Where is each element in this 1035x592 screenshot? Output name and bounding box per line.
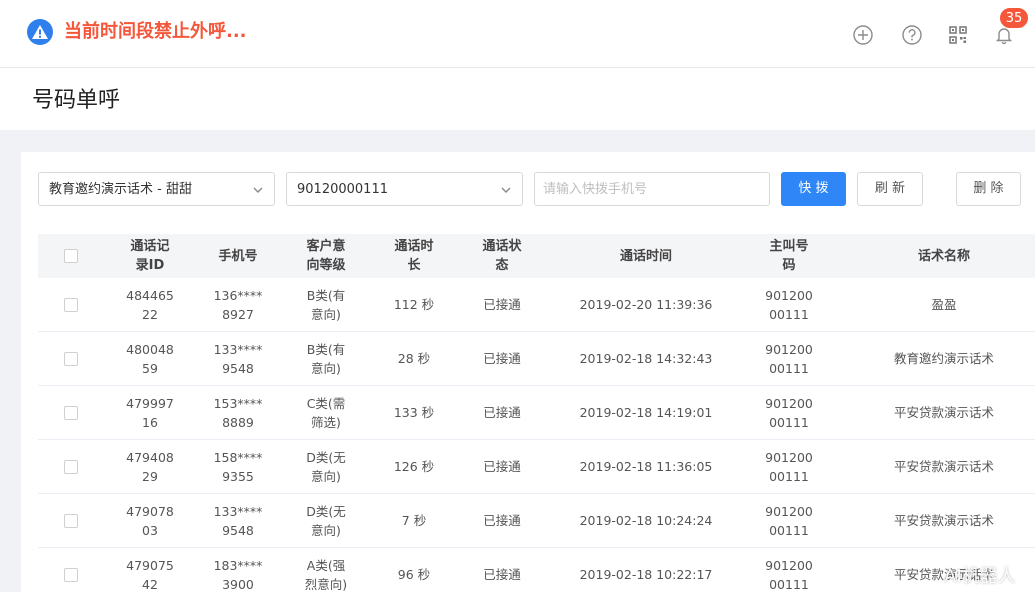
cell-intent: B类(有 意向)	[306, 341, 346, 376]
caller-number-select[interactable]: 90120000111	[286, 172, 523, 206]
cell-intent: D类(无 意向)	[306, 503, 346, 538]
select-all-checkbox[interactable]	[64, 249, 78, 263]
cell-script-name: 盈盈	[931, 297, 957, 312]
page-title: 号码单呼	[32, 88, 121, 113]
table-row[interactable]: 479997 16 153**** 8889 C类(需 筛选) 133 秒 已接…	[38, 386, 1035, 440]
top-header: 当前时间段禁止外呼... 35	[0, 0, 1035, 68]
table-body: 484465 22 136**** 8927 B类(有 意向) 112 秒 已接…	[38, 278, 1035, 592]
cell-record-id: 480048 59	[126, 341, 174, 376]
cell-record-id: 479408 29	[126, 449, 174, 484]
cell-caller-number: 901200 00111	[765, 503, 813, 538]
cell-record-id: 479075 42	[126, 557, 174, 592]
refresh-button[interactable]: 刷 新	[857, 172, 923, 206]
table-row[interactable]: 479408 29 158**** 9355 D类(无 意向) 126 秒 已接…	[38, 440, 1035, 494]
cell-call-time: 2019-02-18 14:32:43	[579, 351, 713, 366]
cell-script-name: 教育邀约演示话术	[893, 351, 994, 366]
cell-intent: A类(强 烈意向)	[304, 557, 348, 592]
cell-phone: 136**** 8927	[213, 287, 263, 322]
cell-call-time: 2019-02-18 14:19:01	[579, 405, 713, 420]
script-select-value: 教育邀约演示话术 - 甜甜	[49, 182, 192, 197]
script-select[interactable]: 教育邀约演示话术 - 甜甜	[38, 172, 275, 206]
help-circle-icon[interactable]	[901, 24, 923, 46]
row-checkbox[interactable]	[64, 567, 78, 582]
row-checkbox[interactable]	[64, 297, 78, 312]
qrcode-icon[interactable]	[947, 24, 969, 46]
call-records-table: 通话记 录ID 手机号 客户意 向等级 通话时 长 通话状 态 通话时间 主叫号…	[38, 234, 1035, 592]
chevron-down-icon	[253, 187, 263, 193]
cell-script-name: 平安贷款演示话术	[893, 405, 994, 420]
delete-button[interactable]: 删 除	[956, 172, 1021, 206]
header-script-name[interactable]: 话术名称	[834, 234, 1035, 278]
cell-duration: 7 秒	[401, 513, 427, 528]
cell-status: 已接通	[483, 351, 521, 366]
cell-phone: 153**** 8889	[213, 395, 263, 430]
cell-phone: 183**** 3900	[213, 557, 263, 592]
cell-intent: C类(需 筛选)	[306, 395, 346, 430]
table-row[interactable]: 479078 03 133**** 9548 D类(无 意向) 7 秒 已接通 …	[38, 494, 1035, 548]
quick-dial-phone-input[interactable]	[534, 172, 770, 206]
table-row[interactable]: 484465 22 136**** 8927 B类(有 意向) 112 秒 已接…	[38, 278, 1035, 332]
cell-script-name: 平安贷款演示话术	[893, 459, 994, 474]
header-record-id[interactable]: 通话记 录ID	[104, 234, 196, 278]
cell-intent: B类(有 意向)	[306, 287, 346, 322]
header-caller-number[interactable]: 主叫号 码	[744, 234, 834, 278]
cell-duration: 133 秒	[393, 405, 435, 420]
row-checkbox[interactable]	[64, 459, 78, 474]
warning-icon	[27, 19, 53, 45]
quick-dial-button[interactable]: 快 拨	[781, 172, 846, 206]
caller-number-value: 90120000111	[297, 182, 388, 197]
cell-duration: 28 秒	[397, 351, 431, 366]
cell-caller-number: 901200 00111	[765, 287, 813, 322]
page-title-bar: 号码单呼	[0, 68, 1035, 130]
notification-badge: 35	[999, 7, 1029, 29]
row-checkbox[interactable]	[64, 513, 78, 528]
row-checkbox[interactable]	[64, 405, 78, 420]
header-duration[interactable]: 通话时 长	[372, 234, 456, 278]
cell-caller-number: 901200 00111	[765, 449, 813, 484]
cell-record-id: 484465 22	[126, 287, 174, 322]
cell-phone: 133**** 9548	[213, 503, 263, 538]
row-checkbox[interactable]	[64, 351, 78, 366]
cell-caller-number: 901200 00111	[765, 557, 813, 592]
cell-call-time: 2019-02-18 10:24:24	[579, 513, 713, 528]
cell-phone: 158**** 9355	[213, 449, 263, 484]
table-header: 通话记 录ID 手机号 客户意 向等级 通话时 长 通话状 态 通话时间 主叫号…	[38, 234, 1035, 278]
plus-circle-icon[interactable]	[852, 24, 874, 46]
cell-status: 已接通	[483, 297, 521, 312]
cell-record-id: 479997 16	[126, 395, 174, 430]
cell-status: 已接通	[483, 513, 521, 528]
table-row[interactable]: 480048 59 133**** 9548 B类(有 意向) 28 秒 已接通…	[38, 332, 1035, 386]
watermark: AI机器人	[944, 566, 1016, 587]
header-intent[interactable]: 客户意 向等级	[280, 234, 372, 278]
cell-status: 已接通	[483, 459, 521, 474]
cell-duration: 112 秒	[393, 297, 435, 312]
cell-status: 已接通	[483, 567, 521, 582]
header-call-time[interactable]: 通话时间	[548, 234, 744, 278]
cell-script-name: 平安贷款演示话术	[893, 513, 994, 528]
cell-duration: 96 秒	[397, 567, 431, 582]
cell-phone: 133**** 9548	[213, 341, 263, 376]
cell-call-time: 2019-02-18 11:36:05	[579, 459, 713, 474]
cell-intent: D类(无 意向)	[306, 449, 346, 484]
cell-status: 已接通	[483, 405, 521, 420]
header-status[interactable]: 通话状 态	[456, 234, 548, 278]
table-row[interactable]: 479075 42 183**** 3900 A类(强 烈意向) 96 秒 已接…	[38, 548, 1035, 592]
cell-caller-number: 901200 00111	[765, 341, 813, 376]
content-card: 教育邀约演示话术 - 甜甜 90120000111 快 拨 刷 新 删 除 通话…	[21, 152, 1035, 592]
cell-call-time: 2019-02-20 11:39:36	[579, 297, 713, 312]
cell-call-time: 2019-02-18 10:22:17	[579, 567, 713, 582]
header-phone[interactable]: 手机号	[196, 234, 280, 278]
warning-message: 当前时间段禁止外呼...	[64, 21, 247, 42]
chevron-down-icon	[501, 187, 511, 193]
cell-record-id: 479078 03	[126, 503, 174, 538]
cell-duration: 126 秒	[393, 459, 435, 474]
cell-caller-number: 901200 00111	[765, 395, 813, 430]
